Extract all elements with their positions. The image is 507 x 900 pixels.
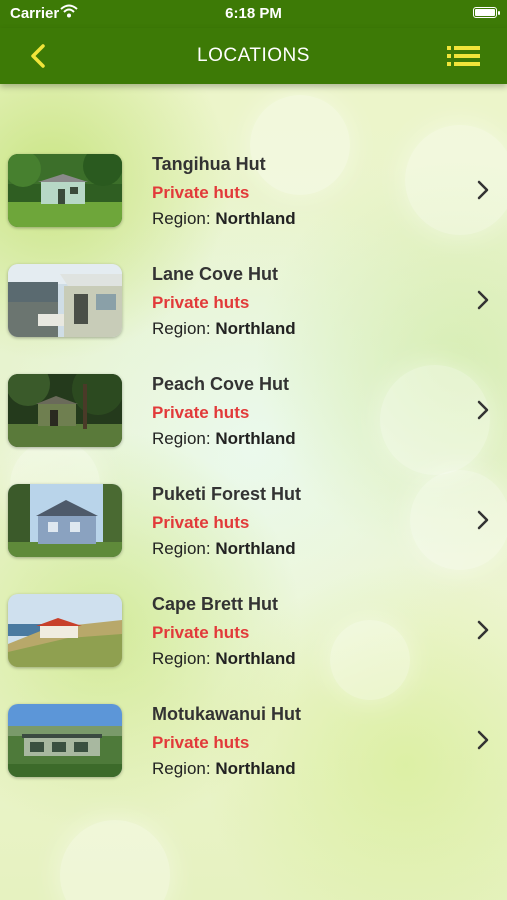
page-title: LOCATIONS [197,45,310,66]
chevron-right-icon [477,730,489,750]
location-category: Private huts [152,403,250,422]
location-category: Private huts [152,623,250,642]
location-name: Tangihua Hut [152,154,266,174]
list-item[interactable]: Motukawanui Hut Private huts Region: Nor… [0,700,507,810]
hut-photo [8,484,122,557]
hut-photo [8,704,122,777]
location-name: Peach Cove Hut [152,374,290,394]
chevron-right-icon [477,400,489,420]
chevron-right-icon [477,510,489,530]
hut-photo [8,264,122,337]
region-value: Northland [215,759,296,778]
hut-photo [8,374,122,447]
location-name: Lane Cove Hut [152,264,279,284]
location-name: Cape Brett Hut [152,594,279,614]
region-value: Northland [215,319,296,338]
location-region: Region: Northland [152,209,296,229]
chevron-right-icon [477,290,489,310]
battery-icon [473,7,500,18]
menu-button[interactable] [447,44,481,68]
hut-photo [8,154,122,227]
region-value: Northland [215,539,296,558]
location-region: Region: Northland [152,759,296,779]
list-item[interactable]: Peach Cove Hut Private huts Region: Nort… [0,370,507,480]
location-name: Motukawanui Hut [152,704,301,724]
list-item[interactable]: Tangihua Hut Private huts Region: Northl… [0,150,507,260]
locations-list: Tangihua Hut Private huts Region: Northl… [0,150,507,810]
hut-photo [8,594,122,667]
chevron-right-icon [477,180,489,200]
navigation-bar: LOCATIONS [0,28,507,84]
region-label: Region: [152,539,211,558]
status-bar: Carrier 6:18 PM [0,0,507,28]
location-region: Region: Northland [152,649,296,669]
list-icon [447,46,480,66]
list-item[interactable]: Cape Brett Hut Private huts Region: Nort… [0,590,507,700]
location-category: Private huts [152,733,250,752]
chevron-right-icon [477,620,489,640]
location-region: Region: Northland [152,319,296,339]
location-region: Region: Northland [152,429,296,449]
list-item[interactable]: Lane Cove Hut Private huts Region: North… [0,260,507,370]
region-value: Northland [215,649,296,668]
list-item[interactable]: Puketi Forest Hut Private huts Region: N… [0,480,507,590]
location-region: Region: Northland [152,539,296,559]
region-value: Northland [215,209,296,228]
region-label: Region: [152,429,211,448]
region-label: Region: [152,319,211,338]
location-category: Private huts [152,183,250,202]
location-category: Private huts [152,293,250,312]
location-category: Private huts [152,513,250,532]
region-label: Region: [152,209,211,228]
region-value: Northland [215,429,296,448]
region-label: Region: [152,759,211,778]
region-label: Region: [152,649,211,668]
location-name: Puketi Forest Hut [152,484,302,504]
clock: 6:18 PM [225,5,282,22]
